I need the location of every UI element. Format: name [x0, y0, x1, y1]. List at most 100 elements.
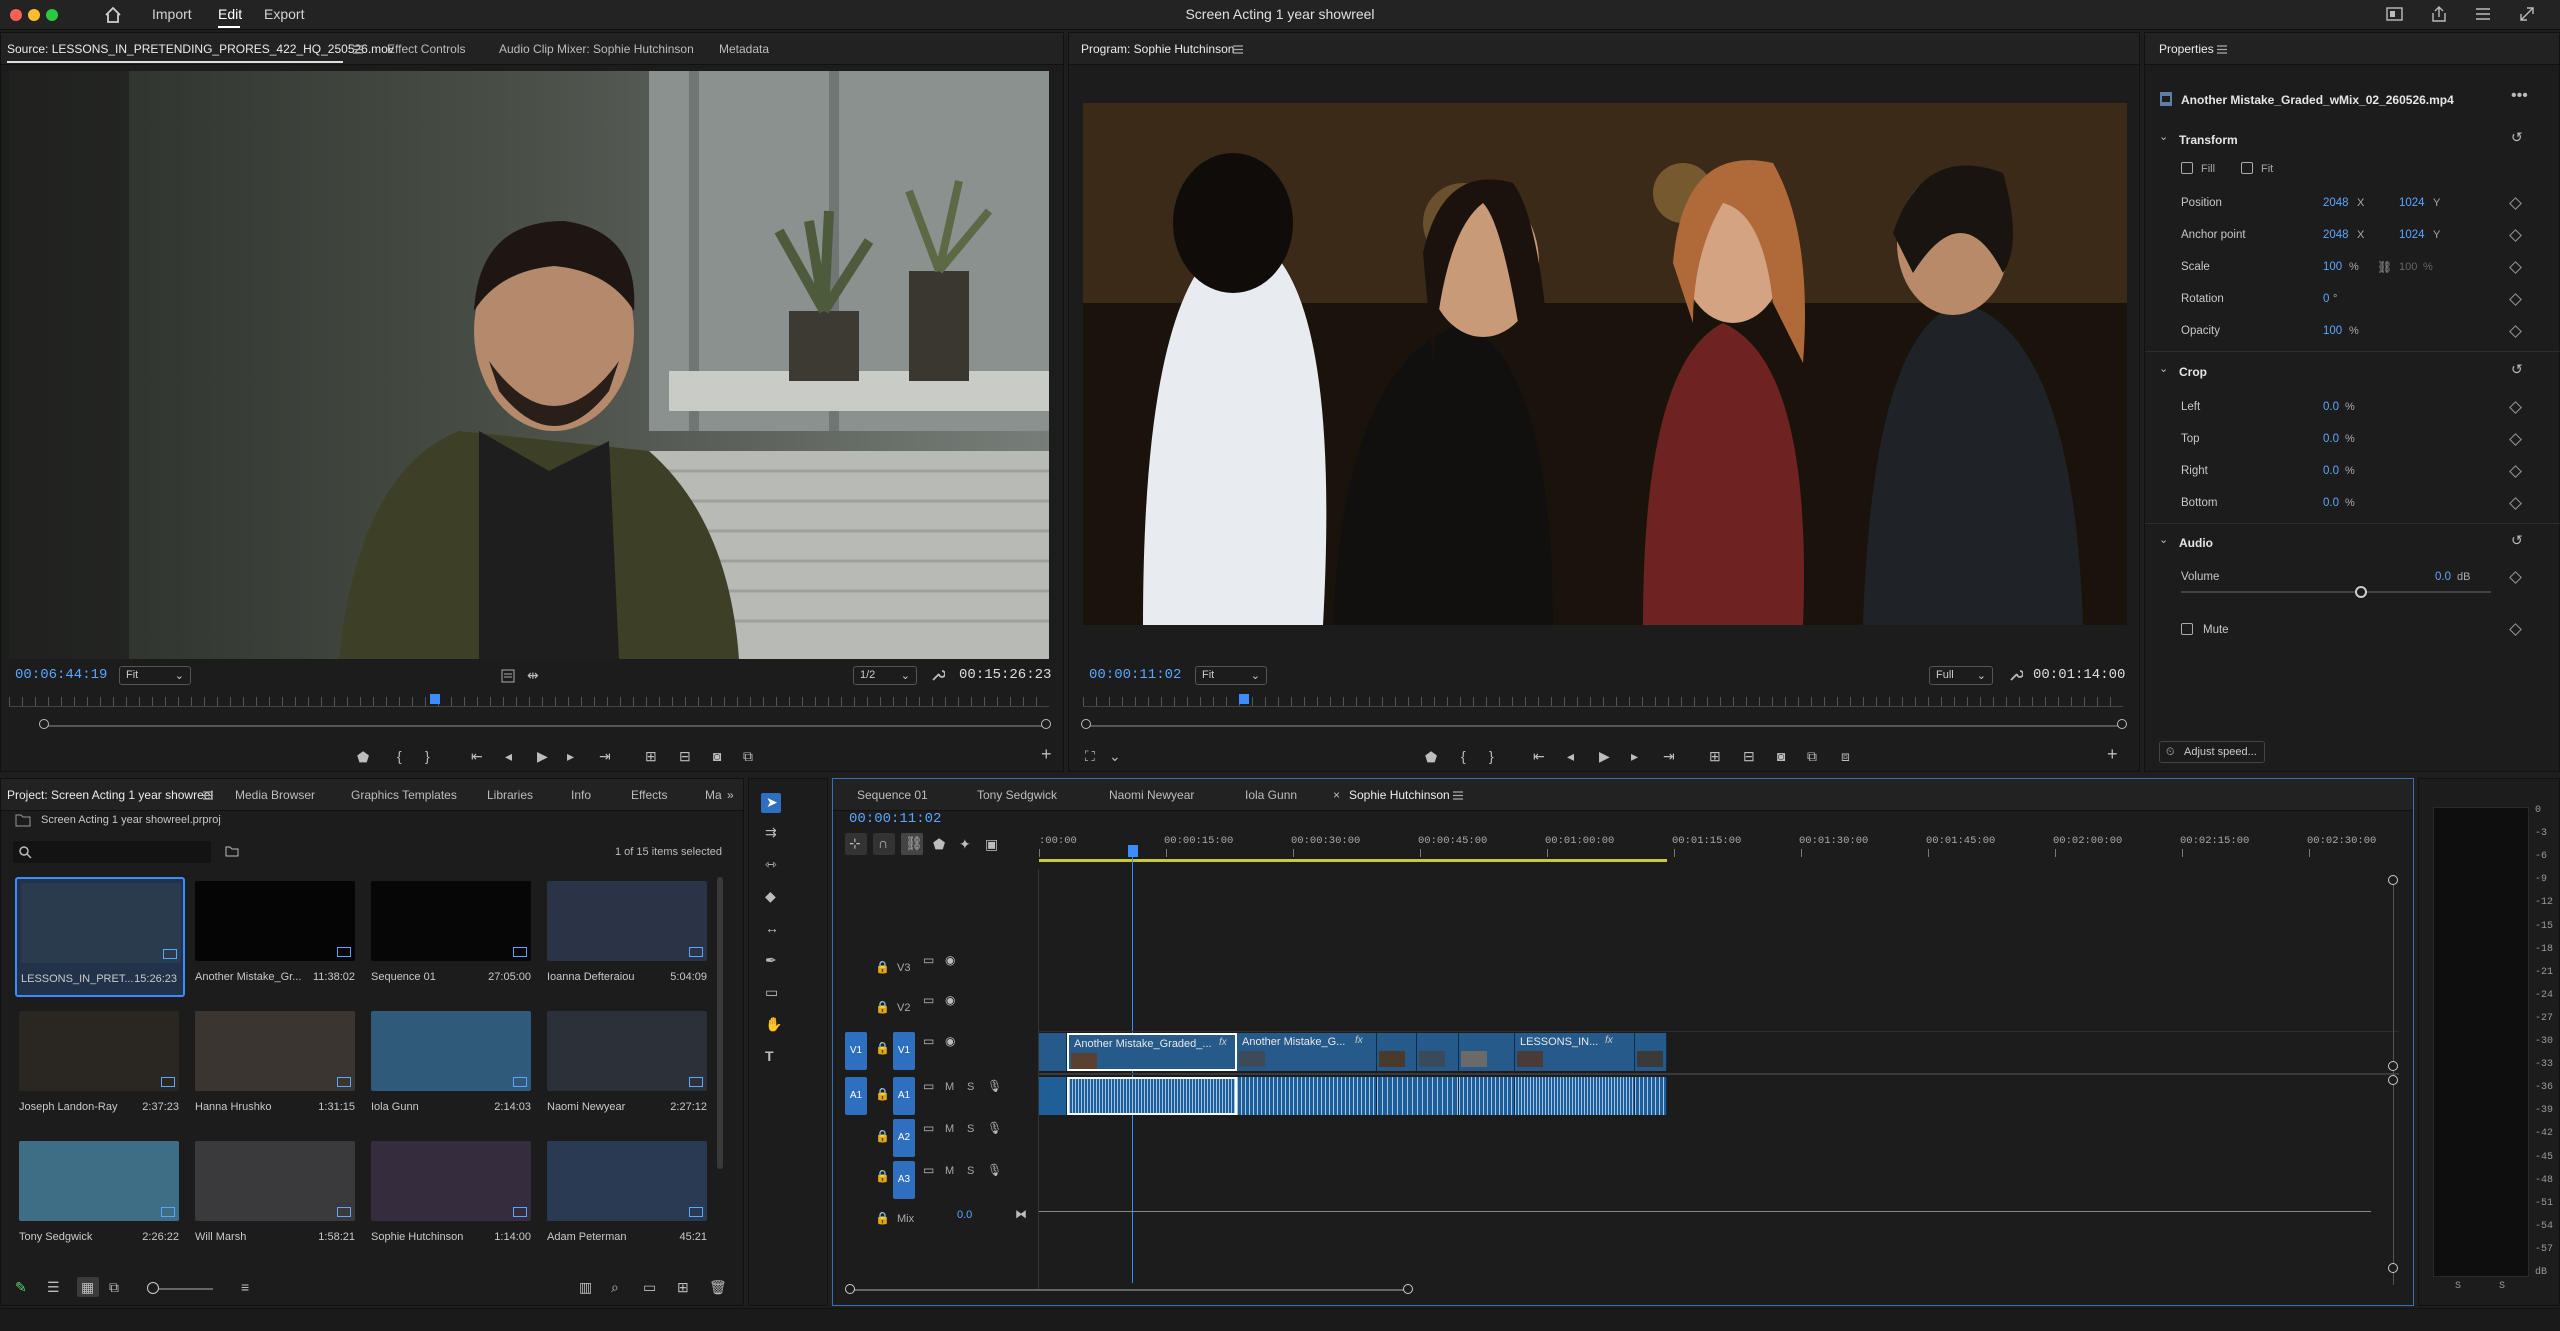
- tab-tony-sedgwick[interactable]: Tony Sedgwick: [977, 788, 1057, 802]
- type-tool-icon[interactable]: T: [765, 1049, 774, 1063]
- video-clip[interactable]: [1635, 1033, 1667, 1071]
- tab-menu-icon[interactable]: [353, 45, 363, 54]
- go-to-out-icon[interactable]: ⇥: [1663, 749, 1675, 763]
- program-timecode[interactable]: 00:00:11:02: [1089, 667, 1181, 683]
- video-clip[interactable]: [1039, 1033, 1067, 1071]
- tab-naomi-newyear[interactable]: Naomi Newyear: [1109, 788, 1194, 802]
- tab-menu-icon[interactable]: [2217, 45, 2227, 54]
- list-view-icon[interactable]: ☰: [47, 1280, 60, 1294]
- play-icon[interactable]: ▶: [1599, 749, 1610, 763]
- horizontal-scrollbar[interactable]: [849, 1289, 1409, 1291]
- source-resolution-dropdown[interactable]: 1/2 ⌄: [853, 666, 917, 685]
- share-icon[interactable]: [2430, 5, 2448, 23]
- project-item[interactable]: Ioanna Defteraiou 5:04:09: [543, 877, 713, 997]
- audio-clip[interactable]: [1635, 1077, 1667, 1115]
- transform-section-title[interactable]: Transform: [2179, 133, 2238, 147]
- step-back-icon[interactable]: ◂: [505, 749, 512, 763]
- workspace-icon[interactable]: [2386, 6, 2404, 22]
- vertical-zoom-handle[interactable]: [2388, 1075, 2398, 1085]
- program-playhead[interactable]: [1239, 694, 1249, 704]
- eye-icon[interactable]: ◉: [945, 993, 955, 1007]
- video-clip[interactable]: Another Mistake_G... fx: [1237, 1033, 1377, 1071]
- keyframe-icon[interactable]: [2509, 433, 2522, 446]
- reset-icon[interactable]: ↺: [2511, 129, 2523, 146]
- comparison-view-icon[interactable]: ⧉: [1807, 749, 1817, 763]
- new-bin-icon[interactable]: [225, 845, 239, 857]
- panel-menu-icon[interactable]: [2474, 6, 2492, 22]
- project-item[interactable]: Tony Sedgwick 2:26:22: [15, 1137, 185, 1257]
- solo-a3-button[interactable]: S: [967, 1165, 974, 1177]
- tab-menu-icon[interactable]: [1233, 45, 1243, 54]
- keyframe-icon[interactable]: [2509, 261, 2522, 274]
- adjust-speed-button[interactable]: ⏲ Adjust speed...: [2159, 741, 2265, 763]
- project-item[interactable]: LESSONS_IN_PRET... 15:26:23: [15, 877, 185, 997]
- fill-checkbox[interactable]: [2181, 162, 2193, 174]
- mark-in-icon[interactable]: {: [1461, 749, 1466, 763]
- find-icon[interactable]: ⌕: [611, 1280, 619, 1294]
- project-item[interactable]: Naomi Newyear 2:27:12: [543, 1007, 713, 1127]
- program-resolution-dropdown[interactable]: Full ⌄: [1929, 666, 1993, 685]
- reset-icon[interactable]: ↺: [2511, 361, 2523, 378]
- add-marker-icon[interactable]: ⬟: [357, 750, 369, 764]
- source-zoom-scrollbar[interactable]: [41, 725, 1047, 727]
- keyframe-icon[interactable]: [2509, 497, 2522, 510]
- sync-icon[interactable]: ▭: [923, 1079, 934, 1093]
- button-editor-icon[interactable]: ⧈: [1841, 749, 1850, 763]
- extract-icon[interactable]: ⊟: [1743, 749, 1755, 763]
- track-select-icon[interactable]: ⇉: [765, 825, 777, 839]
- audio-section-title[interactable]: Audio: [2179, 536, 2213, 550]
- lift-icon[interactable]: ⊞: [1709, 749, 1721, 763]
- project-item[interactable]: Sophie Hutchinson 1:14:00: [367, 1137, 537, 1257]
- step-forward-icon[interactable]: ▸: [1631, 749, 1638, 763]
- play-icon[interactable]: ▶: [537, 749, 548, 763]
- audio-clip[interactable]: [1515, 1077, 1635, 1115]
- tab-program[interactable]: Program: Sophie Hutchinson: [1081, 42, 1234, 56]
- keyframe-icon[interactable]: [2509, 401, 2522, 414]
- mix-collapse-icon[interactable]: ⧓: [1015, 1207, 1027, 1221]
- track-a3-target[interactable]: A3: [893, 1161, 915, 1199]
- mute-a1-button[interactable]: M: [945, 1081, 954, 1093]
- properties-title[interactable]: Properties: [2159, 42, 2214, 56]
- reset-icon[interactable]: ↺: [2511, 532, 2523, 549]
- mute-a2-button[interactable]: M: [945, 1123, 954, 1135]
- lock-icon[interactable]: 🔒: [875, 1000, 890, 1014]
- microphone-icon[interactable]: 🎙: [987, 1163, 1002, 1177]
- mark-out-icon[interactable]: }: [1489, 749, 1494, 763]
- audio-clip[interactable]: [1237, 1077, 1377, 1115]
- keyframe-icon[interactable]: [2509, 465, 2522, 478]
- keyframe-icon[interactable]: [2509, 325, 2522, 338]
- solo-left-button[interactable]: S: [2455, 1281, 2461, 1292]
- wrench-icon[interactable]: ✦: [959, 837, 971, 851]
- audio-clip-selected[interactable]: [1067, 1077, 1237, 1115]
- captions-icon[interactable]: ▣: [985, 837, 998, 851]
- video-clip[interactable]: [1417, 1033, 1459, 1071]
- source-patch-a1[interactable]: A1: [845, 1077, 867, 1115]
- double-chevron-right-icon[interactable]: »: [727, 788, 734, 802]
- icon-view-button[interactable]: ▦: [77, 1277, 99, 1297]
- chevron-down-icon[interactable]: ⌄: [1109, 749, 1121, 763]
- go-to-in-icon[interactable]: ⇤: [471, 749, 483, 763]
- slip-icon[interactable]: ↔: [765, 921, 779, 935]
- opacity-value[interactable]: 100: [2323, 325, 2342, 337]
- wrench-icon[interactable]: [2009, 668, 2023, 682]
- new-bin-icon[interactable]: ▭: [643, 1280, 656, 1294]
- add-marker-icon[interactable]: ⬟: [1425, 750, 1437, 764]
- tab-graphics-templates[interactable]: Graphics Templates: [351, 788, 457, 802]
- pen-icon[interactable]: ✒: [765, 953, 777, 967]
- video-clip-selected[interactable]: Another Mistake_Graded_... fx: [1067, 1033, 1237, 1071]
- mark-in-icon[interactable]: {: [397, 749, 402, 763]
- chevron-down-icon[interactable]: ⌄: [2159, 533, 2168, 546]
- sort-icon[interactable]: ≡: [241, 1280, 249, 1294]
- project-item[interactable]: Iola Gunn 2:14:03: [367, 1007, 537, 1127]
- volume-slider-track[interactable]: [2181, 591, 2491, 593]
- horizontal-scroll-handle-left[interactable]: [845, 1284, 855, 1294]
- scale-value[interactable]: 100: [2323, 261, 2342, 273]
- snap-toggle[interactable]: ∩: [873, 833, 895, 855]
- project-item[interactable]: Sequence 01 27:05:00: [367, 877, 537, 997]
- source-patch-v1[interactable]: V1: [845, 1032, 867, 1070]
- project-item[interactable]: Will Marsh 1:58:21: [191, 1137, 361, 1257]
- video-clip[interactable]: LESSONS_IN... fx: [1515, 1033, 1635, 1071]
- lock-icon[interactable]: 🔒: [875, 960, 890, 974]
- automate-to-sequence-icon[interactable]: ▥: [579, 1280, 592, 1294]
- add-button-icon[interactable]: +: [1041, 745, 1052, 763]
